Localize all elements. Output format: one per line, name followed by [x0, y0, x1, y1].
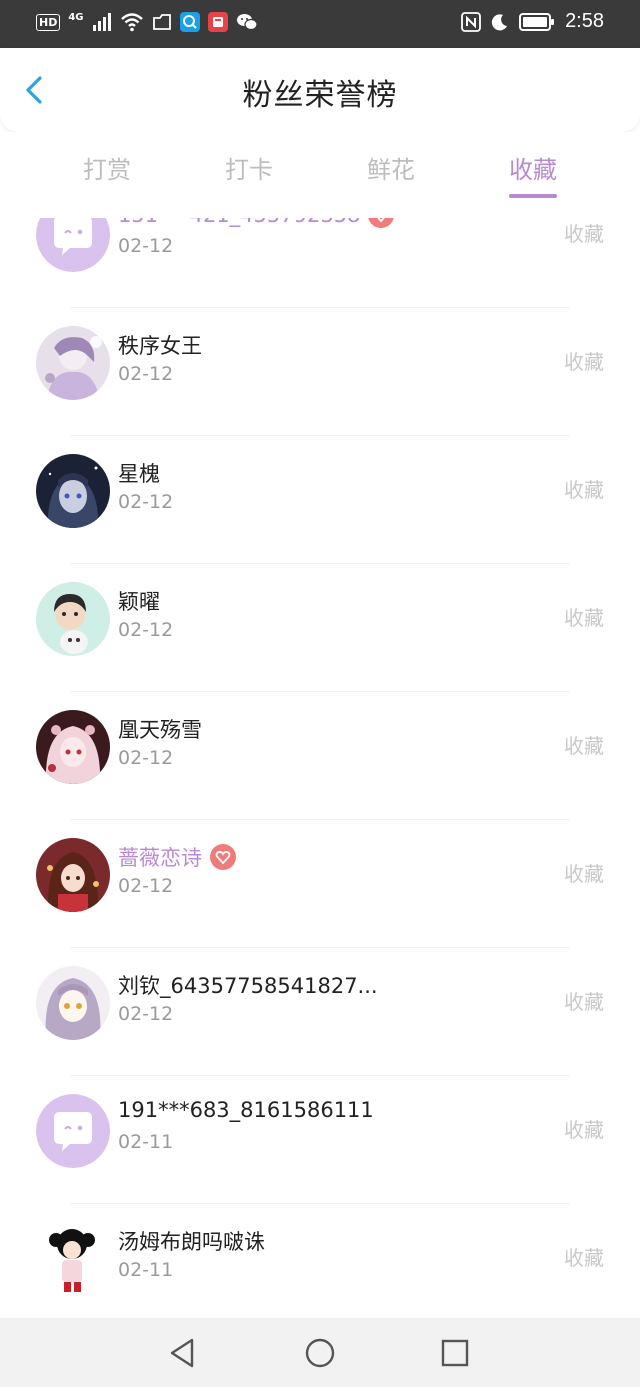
avatar[interactable]	[36, 838, 110, 912]
favorite-label: 收藏	[564, 1246, 604, 1270]
network-type: 4G	[68, 12, 84, 23]
list-item[interactable]: 蔷薇恋诗 02-12 收藏	[0, 820, 640, 948]
date: 02-12	[118, 1003, 174, 1025]
list-item[interactable]: 星槐 02-12 收藏	[0, 436, 640, 564]
status-left: HD 4G	[36, 12, 258, 32]
list-item[interactable]: 汤姆布朗吗啵诛 02-11 收藏	[0, 1204, 640, 1318]
date: 02-12	[118, 747, 174, 769]
tab-flowers[interactable]: 鲜花	[331, 150, 451, 200]
user-name: 秩序女王	[118, 330, 202, 360]
favorite-label: 收藏	[564, 862, 604, 886]
list-item[interactable]: 191***683_8161586111 02-11 收藏	[0, 1076, 640, 1204]
avatar[interactable]	[36, 710, 110, 784]
moon-icon	[491, 13, 508, 30]
list-item[interactable]: 凰天殇雪 02-12 收藏	[0, 692, 640, 820]
user-name: 汤姆布朗吗啵诛	[118, 1226, 265, 1256]
user-name-text: 191***683_8161586111	[118, 1098, 374, 1122]
user-name-text: 星槐	[118, 462, 160, 486]
favorite-label: 收藏	[564, 222, 604, 246]
avatar[interactable]	[36, 1094, 110, 1168]
user-name: 151***421_455792358	[118, 218, 395, 228]
date: 02-12	[118, 363, 174, 385]
user-name-text: 151***421_455792358	[118, 218, 360, 227]
favorite-label: 收藏	[564, 734, 604, 758]
folder-icon	[152, 14, 171, 30]
hd-badge: HD	[36, 13, 61, 31]
wifi-icon	[120, 13, 143, 32]
tab-label: 鲜花	[367, 156, 415, 184]
user-name: 凰天殇雪	[118, 714, 202, 744]
search-app-icon	[179, 12, 200, 32]
back-triangle-icon[interactable]	[166, 1336, 200, 1370]
header-bar: 粉丝荣誉榜	[0, 48, 640, 132]
active-tab-indicator	[509, 194, 557, 198]
fan-list[interactable]: 151***421_455792358 02-12 收藏 秩序女王 02-12	[0, 218, 640, 1318]
home-circle-icon[interactable]	[303, 1336, 337, 1370]
user-name: 191***683_8161586111	[118, 1098, 374, 1122]
vip-heart-icon	[368, 218, 395, 228]
status-bar: HD 4G 2:58	[0, 0, 640, 48]
red-app-icon	[207, 12, 228, 32]
tab-label: 收藏	[509, 156, 557, 184]
avatar[interactable]	[36, 218, 110, 272]
list-item[interactable]: 151***421_455792358 02-12 收藏	[0, 218, 640, 308]
user-name-text: 蔷薇恋诗	[118, 846, 202, 870]
list-item[interactable]: 颖曜 02-12 收藏	[0, 564, 640, 692]
user-name: 星槐	[118, 458, 160, 488]
system-nav-bar	[0, 1318, 640, 1387]
user-name-text: 汤姆布朗吗啵诛	[118, 1230, 265, 1254]
battery-icon	[519, 12, 555, 31]
date: 02-12	[118, 491, 174, 513]
signal-icon	[92, 13, 111, 31]
list-item[interactable]: 秩序女王 02-12 收藏	[0, 308, 640, 436]
tab-favorites[interactable]: 收藏	[473, 150, 593, 200]
user-name-text: 秩序女王	[118, 334, 202, 358]
nfc-icon	[461, 11, 481, 32]
tab-bar: 打赏 打卡 鲜花 收藏	[0, 132, 640, 218]
avatar[interactable]	[36, 966, 110, 1040]
user-name-text: 颖曜	[118, 590, 160, 614]
favorite-label: 收藏	[564, 350, 604, 374]
vip-heart-icon	[210, 844, 236, 870]
status-right: 2:58	[461, 10, 604, 33]
page-title: 粉丝荣誉榜	[242, 78, 398, 113]
date: 02-12	[118, 235, 174, 257]
date: 02-12	[118, 875, 174, 897]
avatar[interactable]	[36, 454, 110, 528]
favorite-label: 收藏	[564, 1118, 604, 1142]
user-name: 颖曜	[118, 586, 160, 616]
avatar[interactable]	[36, 1222, 110, 1296]
clock: 2:58	[565, 10, 604, 32]
user-name: 蔷薇恋诗	[118, 842, 236, 872]
favorite-label: 收藏	[564, 990, 604, 1014]
recents-square-icon[interactable]	[438, 1336, 472, 1370]
tab-label: 打赏	[83, 156, 131, 184]
date: 02-11	[118, 1259, 174, 1281]
user-name: 刘钦_64357758541827...	[118, 970, 378, 1000]
avatar[interactable]	[36, 582, 110, 656]
list-item[interactable]: 刘钦_64357758541827... 02-12 收藏	[0, 948, 640, 1076]
avatar[interactable]	[36, 326, 110, 400]
favorite-label: 收藏	[564, 606, 604, 630]
user-name-text: 刘钦_64357758541827...	[118, 974, 378, 998]
tab-label: 打卡	[225, 156, 273, 184]
date: 02-11	[118, 1131, 174, 1153]
user-name-text: 凰天殇雪	[118, 718, 202, 742]
date: 02-12	[118, 619, 174, 641]
favorite-label: 收藏	[564, 478, 604, 502]
tab-reward[interactable]: 打赏	[47, 150, 167, 200]
wechat-icon	[236, 14, 258, 31]
tab-checkin[interactable]: 打卡	[189, 150, 309, 200]
